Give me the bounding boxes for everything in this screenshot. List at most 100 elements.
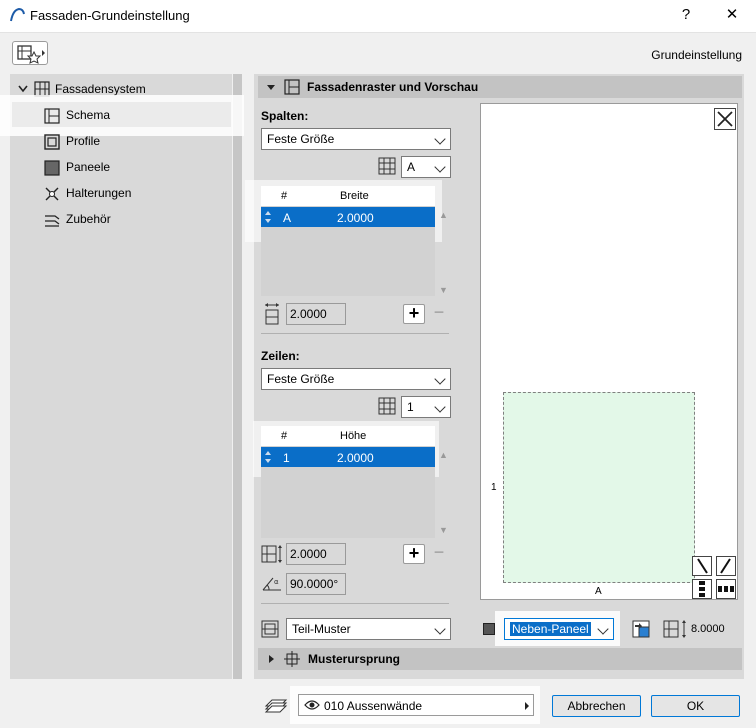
- scroll-up-icon[interactable]: ▲: [439, 210, 448, 220]
- drag-handle-icon[interactable]: [264, 210, 272, 227]
- panel-swatch-icon: [483, 623, 495, 635]
- ok-button[interactable]: OK: [651, 695, 740, 717]
- chevron-down-icon: [434, 133, 446, 145]
- angle-icon: α: [261, 575, 283, 596]
- vertical-split-button[interactable]: [692, 579, 712, 599]
- add-column-button[interactable]: +: [403, 304, 425, 324]
- tree-item-label: Halterungen: [66, 186, 132, 200]
- columns-label: Spalten:: [261, 109, 309, 123]
- layer-select[interactable]: 010 Aussenwände: [298, 694, 534, 716]
- columns-ref-select[interactable]: A: [401, 156, 451, 178]
- section-header-musterursprung[interactable]: Musterursprung: [258, 648, 742, 670]
- select-value: Neben-Paneel: [510, 622, 591, 636]
- horizontal-split-button[interactable]: [716, 579, 736, 599]
- schema-icon: [44, 108, 60, 124]
- rows-table-header: # Höhe: [261, 426, 435, 446]
- tree-item-profile[interactable]: Profile: [44, 129, 100, 153]
- origin-icon: [284, 651, 300, 670]
- col-header-hash: #: [281, 430, 288, 442]
- remove-row-button[interactable]: −: [428, 543, 450, 564]
- columns-table-header: # Breite: [261, 186, 435, 206]
- diagonal-right-button[interactable]: [716, 556, 736, 576]
- row-value[interactable]: 2.0000: [337, 211, 374, 225]
- row-id: A: [283, 211, 292, 225]
- drag-handle-icon[interactable]: [264, 450, 272, 467]
- select-value: 1: [407, 400, 414, 414]
- column-size-field[interactable]: 2.0000: [286, 303, 346, 325]
- section-header-raster[interactable]: Fassadenraster und Vorschau: [258, 76, 742, 98]
- grid-ref-icon: [378, 397, 396, 418]
- columns-mode-select[interactable]: Feste Größe: [261, 128, 451, 150]
- curtain-wall-app-icon: [9, 6, 27, 24]
- help-button[interactable]: ?: [672, 2, 700, 28]
- tree-item-label: Profile: [66, 134, 101, 148]
- chevron-down-icon: [597, 623, 609, 635]
- add-row-button[interactable]: +: [403, 544, 425, 564]
- panel-height-icon: [663, 619, 689, 642]
- cancel-button[interactable]: Abbrechen: [552, 695, 641, 717]
- rows-mode-select[interactable]: Feste Größe: [261, 368, 451, 390]
- chevron-down-icon[interactable]: [266, 80, 276, 97]
- layer-name: 010 Aussenwände: [324, 699, 423, 713]
- row-angle-field[interactable]: 90.0000°: [286, 573, 346, 595]
- eye-icon[interactable]: [304, 699, 320, 714]
- tree-item-label: Zubehör: [66, 212, 111, 226]
- tree-item-schema[interactable]: Schema: [44, 103, 110, 127]
- divider: [261, 333, 449, 334]
- col-header-hash: #: [281, 190, 288, 202]
- scroll-up-icon[interactable]: ▲: [439, 450, 448, 460]
- joint-icon: [44, 186, 60, 202]
- chevron-right-icon[interactable]: [267, 652, 277, 669]
- tree-item-paneele[interactable]: Paneele: [44, 155, 110, 179]
- rows-label: Zeilen:: [261, 349, 300, 363]
- table-row[interactable]: 1 2.0000: [261, 447, 435, 467]
- remove-column-button[interactable]: −: [428, 303, 450, 324]
- pattern-icon: [261, 620, 279, 641]
- table-row[interactable]: A 2.0000: [261, 207, 435, 227]
- select-value: A: [407, 160, 416, 174]
- scroll-down-icon[interactable]: ▼: [439, 525, 448, 535]
- settings-mode-label: Grundeinstellung: [651, 48, 742, 62]
- panel-icon: [44, 160, 60, 176]
- svg-text:α: α: [274, 578, 279, 586]
- scroll-down-icon[interactable]: ▼: [439, 285, 448, 295]
- section-title: Musterursprung: [308, 652, 401, 666]
- preview-row-label: 1: [491, 482, 497, 493]
- column-width-icon: [263, 303, 281, 328]
- tree-item-label: Schema: [66, 108, 111, 122]
- rows-ref-select[interactable]: 1: [401, 396, 451, 418]
- chevron-down-icon: [434, 623, 446, 635]
- tree-scrollbar[interactable]: [233, 74, 242, 679]
- row-value[interactable]: 2.0000: [337, 451, 374, 465]
- section-title: Fassadenraster und Vorschau: [307, 80, 479, 94]
- col-header-width: Breite: [340, 190, 369, 202]
- diagonal-left-button[interactable]: [692, 556, 712, 576]
- title-bar: Fassaden-Grundeinstellung ? ✕: [0, 0, 756, 33]
- tree-item-zubehoer[interactable]: Zubehör: [44, 207, 111, 231]
- row-id: 1: [283, 451, 290, 465]
- tree-item-halterungen[interactable]: Halterungen: [44, 181, 131, 205]
- pattern-select[interactable]: Teil-Muster: [286, 618, 451, 640]
- divider: [261, 603, 449, 604]
- chevron-down-icon: [434, 401, 446, 413]
- layer-stack-icon: [264, 696, 288, 717]
- accessory-icon: [44, 212, 60, 228]
- select-value: Feste Größe: [267, 372, 335, 386]
- close-preview-button[interactable]: [714, 108, 736, 130]
- favorites-button[interactable]: [12, 41, 48, 65]
- preview-column-label: A: [595, 586, 602, 597]
- select-value: Feste Größe: [267, 132, 335, 146]
- chevron-right-icon: [524, 700, 530, 714]
- preview-panel[interactable]: [503, 392, 695, 583]
- row-size-field[interactable]: 2.0000: [286, 543, 346, 565]
- grid-ref-icon: [378, 157, 396, 178]
- chevron-down-icon: [434, 161, 446, 173]
- close-button[interactable]: ✕: [718, 2, 746, 28]
- panel-apply-button[interactable]: [631, 618, 653, 640]
- panel-height-value: 8.0000: [691, 623, 725, 635]
- profile-icon: [44, 134, 60, 150]
- curtain-grid-icon: [284, 79, 300, 98]
- select-value: Teil-Muster: [292, 622, 351, 636]
- panel-type-select[interactable]: Neben-Paneel: [504, 618, 614, 640]
- col-header-height: Höhe: [340, 430, 367, 442]
